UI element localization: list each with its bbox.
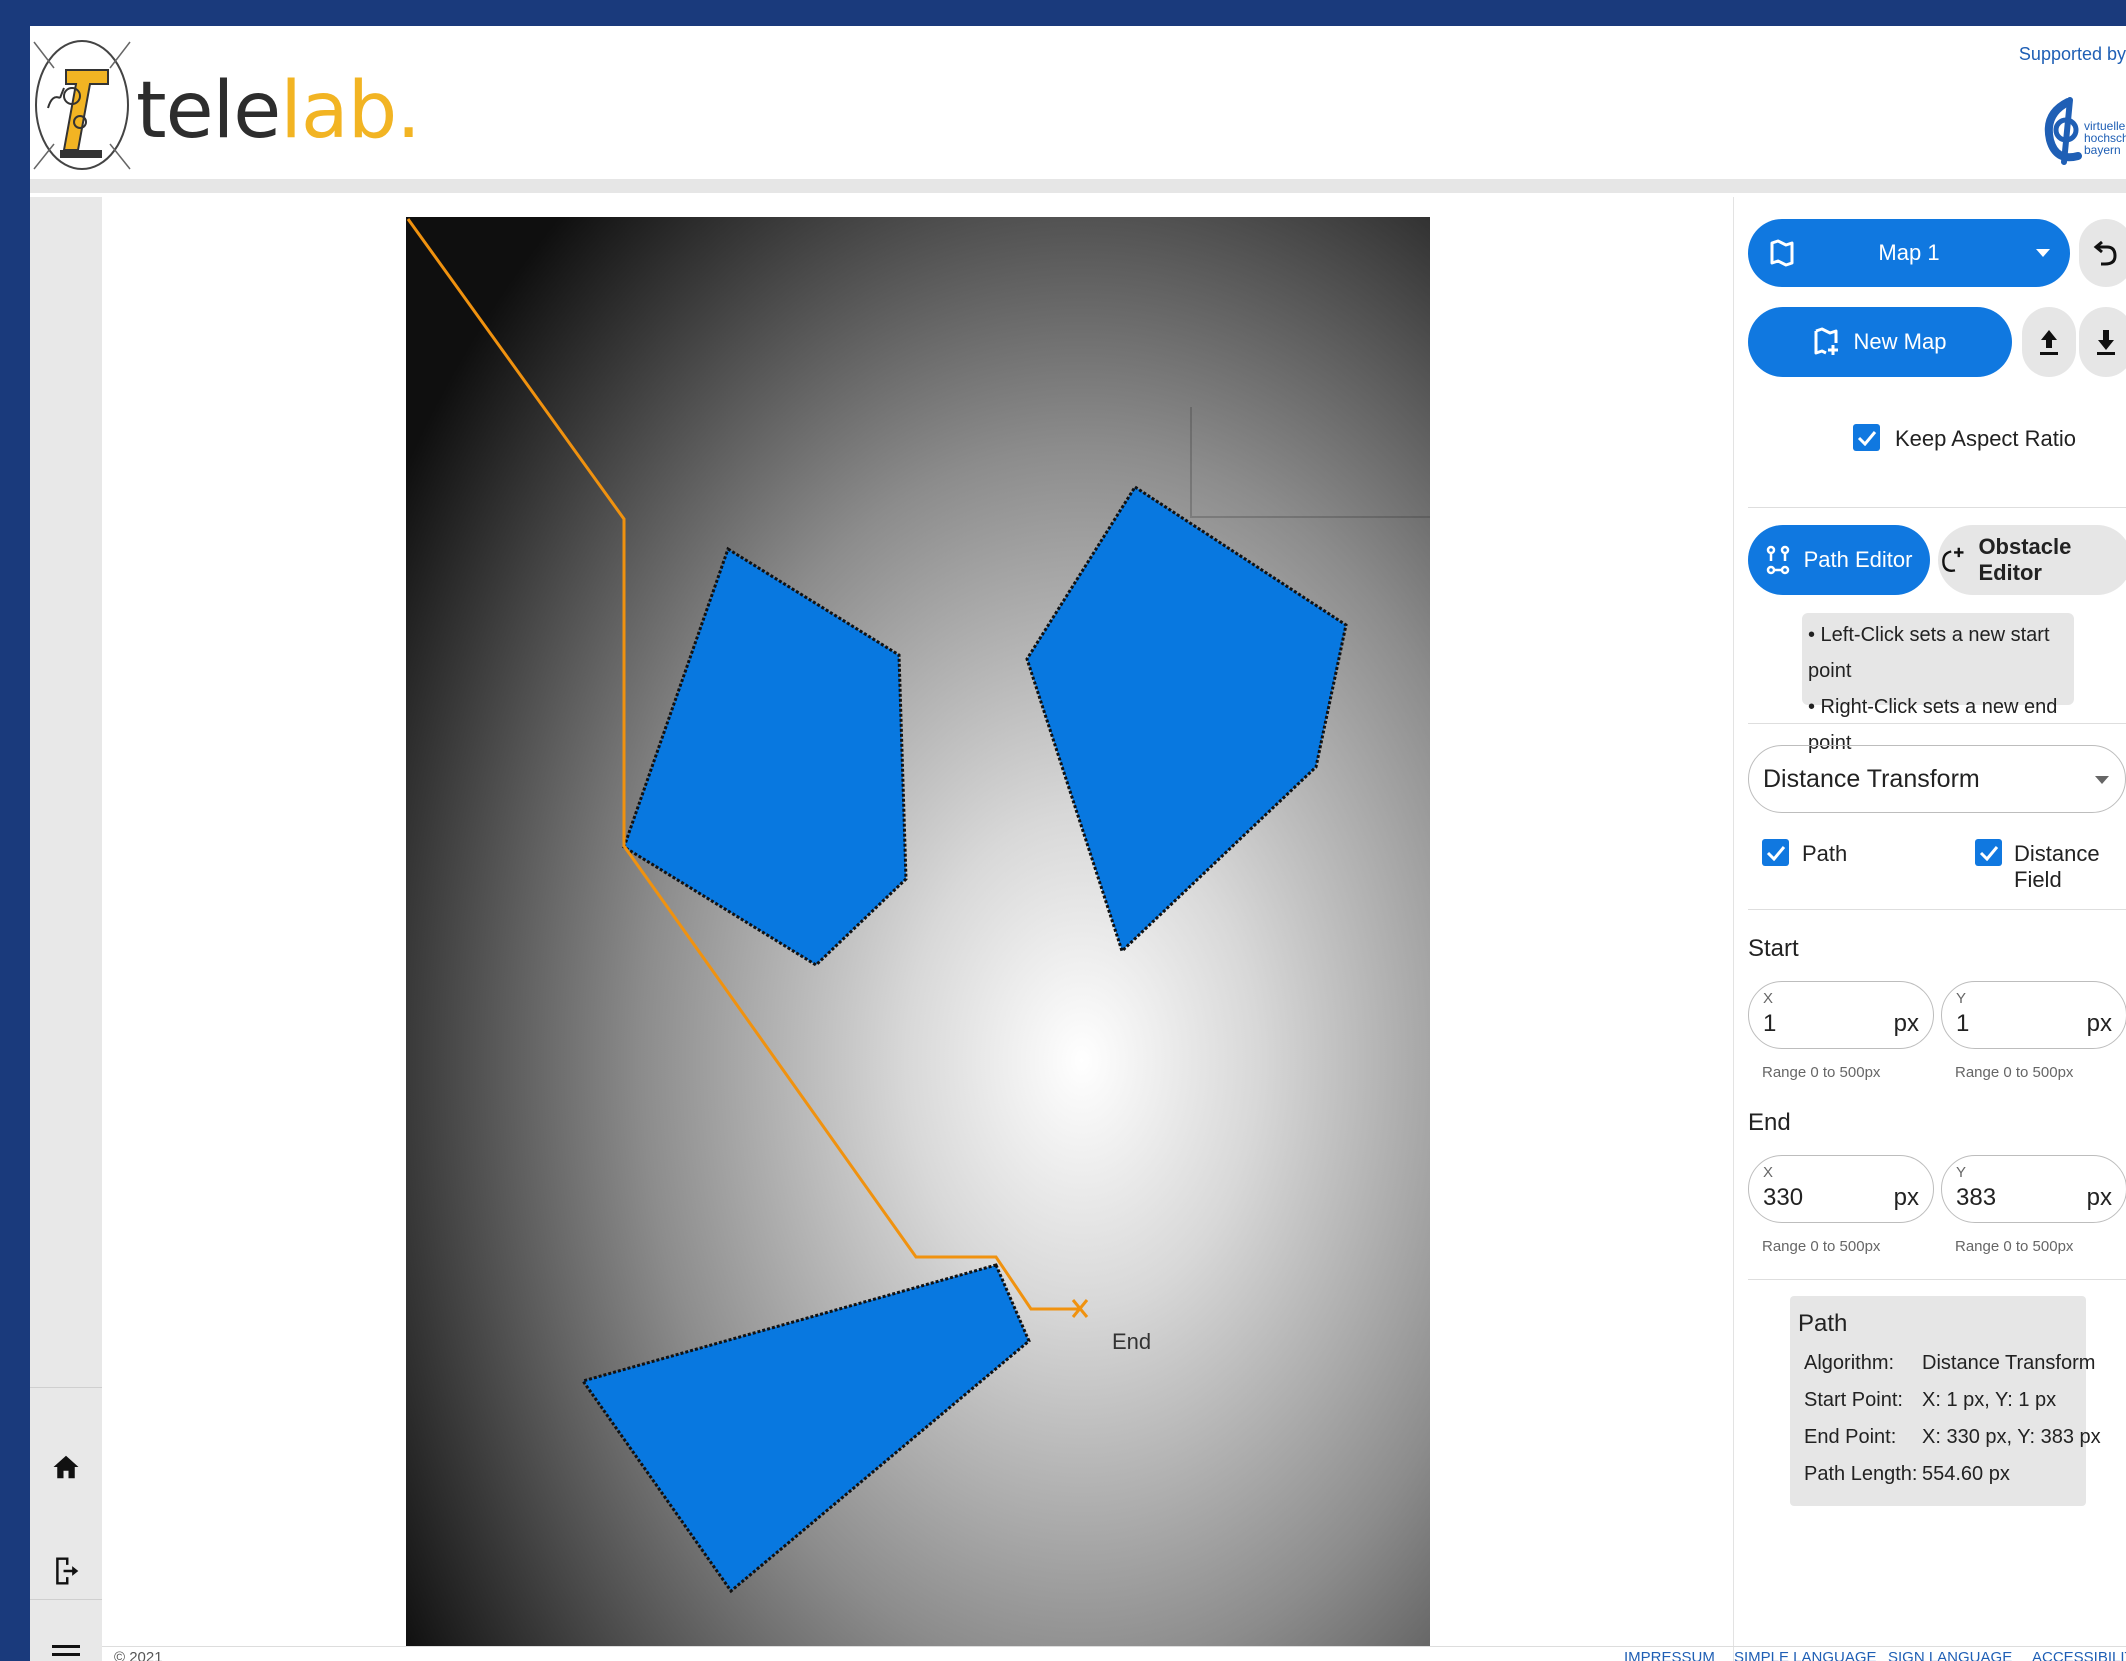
end-y-helper: Range 0 to 500px bbox=[1955, 1238, 2074, 1255]
brand-part-1: tele bbox=[136, 66, 281, 156]
obstacle-editor-label: Obstacle Editor bbox=[1978, 534, 2072, 585]
end-x-unit: px bbox=[1893, 1184, 1919, 1211]
add-map-icon bbox=[1814, 327, 1838, 355]
path-editor-icon bbox=[1766, 545, 1789, 575]
menu-button[interactable] bbox=[30, 1605, 102, 1661]
map-select-value: Map 1 bbox=[1878, 240, 1940, 265]
keep-aspect-ratio-checkbox[interactable] bbox=[1853, 424, 1880, 451]
start-x-unit: px bbox=[1893, 1010, 1919, 1037]
info-end-value: X: 330 px, Y: 383 px bbox=[1922, 1426, 2101, 1448]
end-y-field[interactable]: Y 383 px bbox=[1941, 1155, 2126, 1223]
end-x-field[interactable]: X 330 px bbox=[1748, 1155, 1934, 1223]
path-editor-tab[interactable]: Path Editor bbox=[1748, 525, 1930, 595]
start-x-helper: Range 0 to 500px bbox=[1762, 1064, 1881, 1081]
hint-line-1: • Left-Click sets a new start point bbox=[1808, 624, 2050, 682]
divider bbox=[1748, 909, 2126, 910]
dropdown-icon bbox=[2036, 249, 2050, 257]
info-end-key: End Point: bbox=[1804, 1426, 1897, 1448]
brand-part-2: lab. bbox=[280, 66, 421, 156]
start-y-unit: px bbox=[2086, 1010, 2112, 1037]
start-y-label: Y bbox=[1956, 990, 1967, 1007]
info-start-value: X: 1 px, Y: 1 px bbox=[1922, 1389, 2057, 1411]
end-x-label: X bbox=[1763, 1164, 1774, 1181]
control-panel: Map 1 New Map Keep Aspect Ratio Path Edi… bbox=[1733, 197, 2126, 1661]
undo-button[interactable] bbox=[2079, 219, 2126, 287]
app-window: telelab. Supported by virtuelle hochschu… bbox=[30, 26, 2126, 1661]
obstacle-editor-tab[interactable]: Obstacle Editor bbox=[1938, 525, 2126, 595]
end-y-unit: px bbox=[2086, 1184, 2112, 1211]
divider bbox=[1748, 507, 2126, 508]
start-y-field[interactable]: Y 1 px bbox=[1941, 981, 2126, 1049]
menu-icon bbox=[52, 1645, 80, 1656]
logout-icon bbox=[56, 1557, 79, 1585]
copyright: © 2021 bbox=[114, 1649, 163, 1661]
map-icon bbox=[1770, 239, 1794, 267]
map-canvas[interactable]: End bbox=[406, 217, 1430, 1647]
editor-hint: • Left-Click sets a new start point • Ri… bbox=[1802, 613, 2074, 754]
info-length-key: Path Length: bbox=[1804, 1463, 1918, 1485]
start-x-field[interactable]: X 1 px bbox=[1748, 981, 1934, 1049]
end-section-label: End bbox=[1748, 1109, 1791, 1136]
end-y-label: Y bbox=[1956, 1164, 1967, 1181]
telelab-robot-logo bbox=[33, 40, 131, 170]
supported-by-label: Supported by bbox=[2018, 44, 2126, 64]
map-select[interactable]: Map 1 bbox=[1748, 219, 2070, 287]
start-y-helper: Range 0 to 500px bbox=[1955, 1064, 2074, 1081]
start-section-label: Start bbox=[1748, 935, 1799, 962]
end-y-value: 383 bbox=[1956, 1184, 1997, 1211]
download-icon bbox=[2097, 330, 2115, 355]
upload-button[interactable] bbox=[2022, 307, 2076, 377]
info-algorithm-value: Distance Transform bbox=[1922, 1352, 2096, 1374]
check-icon bbox=[1766, 845, 1785, 861]
keep-aspect-ratio-label: Keep Aspect Ratio bbox=[1895, 426, 2077, 451]
download-button[interactable] bbox=[2079, 307, 2126, 377]
end-x-helper: Range 0 to 500px bbox=[1762, 1238, 1881, 1255]
path-editor-label: Path Editor bbox=[1803, 547, 1913, 572]
left-nav bbox=[30, 197, 102, 1661]
check-icon bbox=[1979, 845, 1998, 861]
footer: © 2021 IMPRESSUM SIMPLE LANGUAGE SIGN LA… bbox=[102, 1646, 2126, 1661]
upload-icon bbox=[2040, 330, 2058, 355]
map-svg[interactable] bbox=[406, 217, 1430, 1647]
footer-link-accessibility[interactable]: ACCESSIBILIT bbox=[2032, 1649, 2126, 1661]
divider bbox=[1748, 723, 2126, 724]
path-checkbox-label: Path bbox=[1802, 841, 1848, 866]
home-button[interactable] bbox=[30, 1417, 102, 1517]
brand-wordmark: telelab. bbox=[136, 66, 421, 156]
end-point-label: End bbox=[1112, 1329, 1152, 1354]
footer-link-impressum[interactable]: IMPRESSUM bbox=[1624, 1649, 1715, 1661]
start-y-value: 1 bbox=[1956, 1010, 1970, 1037]
algorithm-select-value: Distance Transform bbox=[1763, 765, 1980, 793]
new-map-button[interactable]: New Map bbox=[1748, 307, 2012, 377]
footer-link-sign-language[interactable]: SIGN LANGUAGE bbox=[1888, 1649, 2012, 1661]
distance-field-checkbox-label: Distance Field bbox=[2014, 841, 2100, 892]
header: telelab. Supported by virtuelle hochschu… bbox=[30, 26, 2126, 193]
distance-field-checkbox[interactable] bbox=[1975, 839, 2002, 866]
divider bbox=[1748, 1279, 2126, 1280]
new-map-label: New Map bbox=[1853, 329, 1947, 354]
path-info-title: Path bbox=[1798, 1310, 1848, 1337]
end-x-value: 330 bbox=[1763, 1184, 1804, 1211]
nav-divider bbox=[30, 1599, 102, 1600]
home-icon bbox=[53, 1455, 79, 1479]
obstacle-editor-icon bbox=[1942, 547, 1964, 572]
start-x-label: X bbox=[1763, 990, 1774, 1007]
start-x-value: 1 bbox=[1763, 1010, 1777, 1037]
sponsor-text: virtuelle hochschule bayern bbox=[2084, 120, 2126, 156]
dropdown-icon bbox=[2095, 776, 2109, 784]
algorithm-select[interactable]: Distance Transform bbox=[1748, 745, 2126, 813]
check-icon bbox=[1857, 430, 1876, 446]
path-checkbox[interactable] bbox=[1762, 839, 1789, 866]
info-algorithm-key: Algorithm: bbox=[1804, 1352, 1895, 1374]
info-length-value: 554.60 px bbox=[1922, 1463, 2010, 1485]
undo-icon bbox=[2093, 240, 2117, 266]
sponsor-text-line-3: bayern bbox=[2084, 143, 2121, 157]
info-start-key: Start Point: bbox=[1804, 1389, 1903, 1411]
path-info-box: Path Algorithm: Distance Transform Start… bbox=[1790, 1296, 2101, 1506]
nav-divider bbox=[30, 1387, 102, 1388]
footer-link-simple-language[interactable]: SIMPLE LANGUAGE bbox=[1734, 1649, 1877, 1661]
